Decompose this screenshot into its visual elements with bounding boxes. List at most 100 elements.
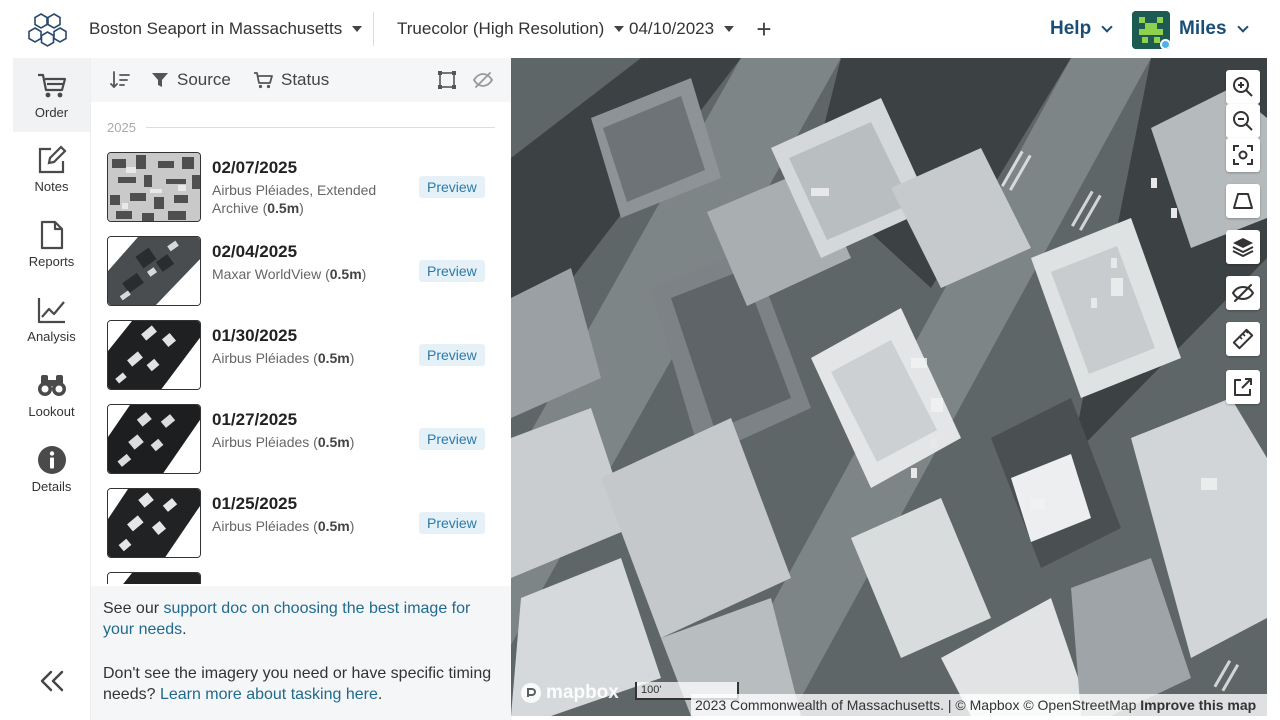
source-name: Airbus Pléiades xyxy=(212,434,310,450)
image-date: 02/04/2025 xyxy=(212,242,298,261)
layer-selector[interactable]: Truecolor (High Resolution) xyxy=(397,0,625,58)
external-link-icon xyxy=(1234,378,1252,396)
chevron-down-icon xyxy=(1236,21,1249,33)
location-label: Boston Seaport in Massachusetts xyxy=(89,19,343,38)
rail-label: Reports xyxy=(28,253,75,269)
preview-button[interactable]: Preview xyxy=(419,260,485,282)
rail-label: Analysis xyxy=(27,328,76,344)
status-filter-label: Status xyxy=(281,70,330,89)
draw-polygon-button[interactable] xyxy=(1226,184,1260,218)
footer-text: . xyxy=(377,686,383,703)
hide-button[interactable] xyxy=(473,58,501,102)
thumbnail[interactable] xyxy=(107,152,201,222)
sort-icon xyxy=(110,71,130,89)
resolution: 0.5m xyxy=(317,518,350,534)
image-date: 01/30/2025 xyxy=(212,326,298,345)
thumbnail[interactable] xyxy=(107,236,201,306)
rail-item-analysis[interactable]: Analysis xyxy=(13,282,90,356)
rail-item-notes[interactable]: Notes xyxy=(13,132,90,206)
rail-label: Details xyxy=(31,478,72,494)
footer-text: See our xyxy=(103,600,164,617)
rail-label: Lookout xyxy=(28,403,75,419)
fit-bounds-icon xyxy=(1233,145,1253,165)
online-status-dot xyxy=(1160,39,1170,49)
status-filter-button[interactable]: Status xyxy=(253,58,329,102)
image-source: Airbus Pléiades (0.5m) xyxy=(212,518,355,534)
source-filter-label: Source xyxy=(177,70,231,89)
rail-item-order[interactable]: Order xyxy=(13,58,90,132)
source-name: Airbus Pléiades xyxy=(212,518,310,534)
draw-polygon-icon xyxy=(1233,193,1253,209)
help-menu[interactable]: Help xyxy=(1050,0,1113,58)
layers-button[interactable] xyxy=(1226,230,1260,264)
caret-down-icon xyxy=(352,26,363,32)
satellite-map[interactable]: mapbox 100' 2023 Commonwealth of Massach… xyxy=(511,58,1267,716)
fit-bounds-button[interactable] xyxy=(1226,138,1260,172)
line-chart-icon xyxy=(37,295,67,325)
support-doc-text: See our support doc on choosing the best… xyxy=(103,598,500,640)
attribution-text: 2023 Commonwealth of Massachusetts. | © … xyxy=(695,697,1137,713)
location-selector[interactable]: Boston Seaport in Massachusetts xyxy=(89,0,363,58)
panel-toolbar: Source Status xyxy=(91,58,512,102)
mapbox-logo[interactable]: mapbox xyxy=(519,680,619,706)
date-selector[interactable]: 04/10/2023 xyxy=(629,0,735,58)
source-name: Maxar WorldView xyxy=(212,266,322,282)
list-item[interactable]: 01/25/2025 Airbus Pléiades (0.5m) Previe… xyxy=(107,488,497,560)
bounding-box-icon xyxy=(438,71,456,89)
preview-button[interactable]: Preview xyxy=(419,512,485,534)
rail-label: Order xyxy=(34,104,69,120)
map-imagery[interactable] xyxy=(511,58,1267,716)
edit-icon xyxy=(37,144,67,175)
preview-button[interactable]: Preview xyxy=(419,344,485,366)
eye-off-icon xyxy=(1232,284,1254,302)
divider-line xyxy=(145,127,495,128)
list-item[interactable]: 02/04/2025 Maxar WorldView (0.5m) Previe… xyxy=(107,236,497,308)
layer-label: Truecolor (High Resolution) xyxy=(397,19,605,38)
thumbnail[interactable] xyxy=(107,320,201,390)
eye-off-icon xyxy=(473,72,493,88)
tasking-link[interactable]: Learn more about tasking here xyxy=(160,686,378,703)
avatar[interactable] xyxy=(1132,11,1170,49)
cart-icon xyxy=(254,72,273,89)
cart-icon xyxy=(37,71,67,101)
bounding-box-button[interactable] xyxy=(437,58,465,102)
source-filter-button[interactable]: Source xyxy=(151,58,231,102)
rail-item-details[interactable]: Details xyxy=(13,432,90,506)
tasking-text: Don't see the imagery you need or have s… xyxy=(103,663,500,705)
resolution: 0.5m xyxy=(317,350,350,366)
rail-item-reports[interactable]: Reports xyxy=(13,207,90,281)
rail-item-lookout[interactable]: Lookout xyxy=(13,357,90,431)
help-footer: See our support doc on choosing the best… xyxy=(91,586,512,720)
thumbnail[interactable] xyxy=(107,572,201,584)
mapbox-icon xyxy=(521,683,541,703)
plus-icon[interactable]: + xyxy=(752,14,776,44)
double-chevron-left-icon[interactable] xyxy=(37,666,67,696)
caret-down-icon xyxy=(724,26,735,32)
image-date: 01/27/2025 xyxy=(212,410,298,429)
chevron-down-icon xyxy=(1101,21,1113,33)
zoom-out-button[interactable] xyxy=(1226,104,1260,138)
list-item[interactable]: 01/30/2025 Airbus Pléiades (0.5m) Previe… xyxy=(107,320,497,392)
improve-map-link[interactable]: Improve this map xyxy=(1140,697,1256,713)
measure-button[interactable] xyxy=(1226,322,1260,356)
preview-button[interactable]: Preview xyxy=(419,176,485,198)
zoom-in-button[interactable] xyxy=(1226,70,1260,104)
zoom-out-icon xyxy=(1233,111,1253,131)
thumbnail[interactable] xyxy=(107,488,201,558)
layers-icon xyxy=(1232,238,1254,257)
open-external-button[interactable] xyxy=(1226,370,1260,404)
resolution: 0.5m xyxy=(317,434,350,450)
hide-layer-button[interactable] xyxy=(1226,276,1260,310)
list-item[interactable]: 02/07/2025 Airbus Pléiades, Extended Arc… xyxy=(107,152,497,224)
user-menu[interactable]: Miles xyxy=(1179,0,1249,58)
list-item[interactable] xyxy=(107,572,497,584)
left-rail: Order Notes Reports Analysis Lookout Det… xyxy=(13,58,90,720)
rail-label: Notes xyxy=(34,178,69,194)
app-logo-icon[interactable] xyxy=(28,12,68,48)
sort-button[interactable] xyxy=(109,58,139,102)
preview-button[interactable]: Preview xyxy=(419,428,485,450)
list-item[interactable]: 01/27/2025 Airbus Pléiades (0.5m) Previe… xyxy=(107,404,497,476)
thumbnail[interactable] xyxy=(107,404,201,474)
imagery-panel: Source Status 2025 02/07/2025 Airbus Plé… xyxy=(90,58,512,720)
resolution: 0.5m xyxy=(329,266,362,282)
